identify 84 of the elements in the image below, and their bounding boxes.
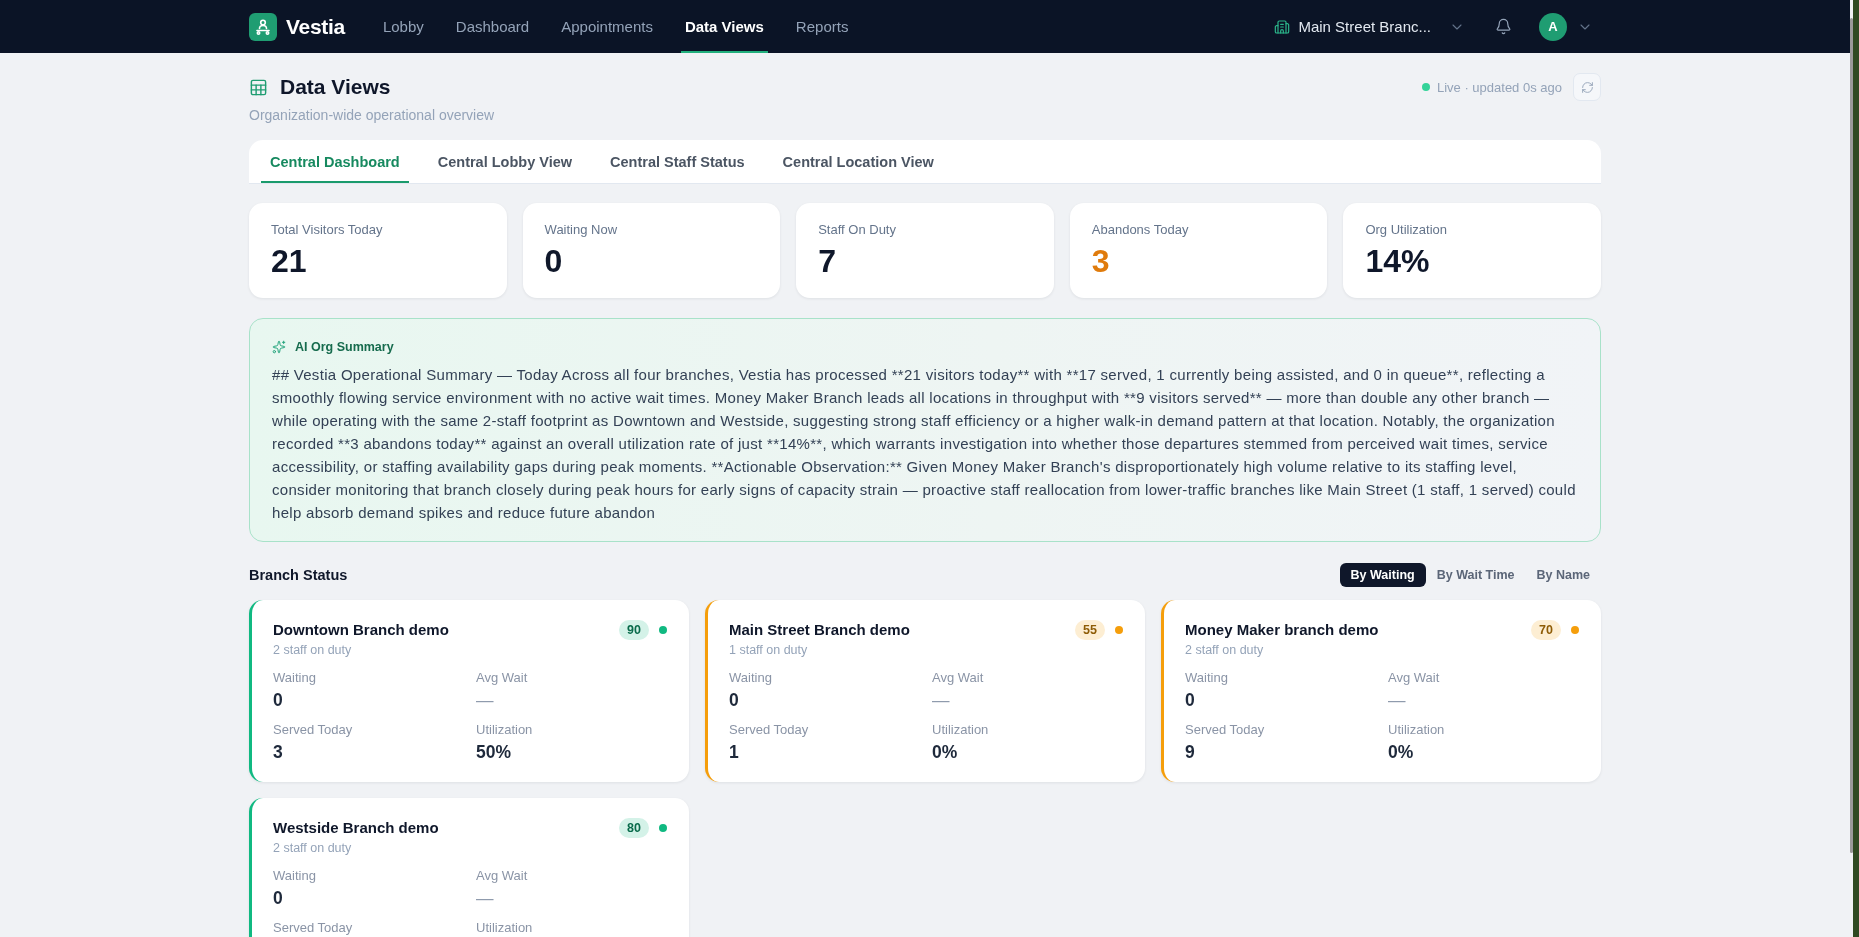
metric-value: 0% xyxy=(1388,741,1414,763)
nav-link[interactable]: Appointments xyxy=(557,0,657,53)
branch-selector[interactable]: Main Street Branc... xyxy=(1274,18,1465,35)
metric-value: 9 xyxy=(1185,741,1195,763)
live-status: Live · updated 0s ago xyxy=(1436,79,1562,95)
stat-value: 0 xyxy=(544,242,563,281)
staff-count: 2 staff on duty xyxy=(273,642,352,659)
metric-value: 0 xyxy=(273,689,283,711)
staff-count: 2 staff on duty xyxy=(1185,642,1264,659)
metric-label: Utilization xyxy=(476,920,533,936)
staff-count: 1 staff on duty xyxy=(729,642,808,659)
stat-label: Waiting Now xyxy=(544,222,618,238)
metric-label: Served Today xyxy=(273,722,353,738)
page-title: Data Views xyxy=(280,74,391,100)
branch-name: Downtown Branch demo xyxy=(273,620,449,640)
stat-label: Staff On Duty xyxy=(818,222,896,238)
metric-label: Served Today xyxy=(1185,722,1265,738)
building-icon xyxy=(1274,18,1291,35)
sort-option[interactable]: By Name xyxy=(1525,563,1601,587)
stat-value: 21 xyxy=(271,242,307,281)
metric-label: Waiting xyxy=(1185,670,1228,686)
branch-card[interactable]: Main Street Branch demo 1 staff on duty 55 Waiting 0 Avg Wait — Served Today 1 Utilization 0% xyxy=(705,600,1145,782)
score-badge: 90 xyxy=(619,620,649,640)
nav-link[interactable]: Reports xyxy=(791,0,853,53)
brand-name: Vestia xyxy=(286,14,345,39)
stat-value: 14% xyxy=(1365,242,1430,281)
metric-label: Avg Wait xyxy=(1388,670,1440,686)
metric-value: 1 xyxy=(729,741,739,763)
metric-label: Utilization xyxy=(1388,722,1445,738)
nav-link[interactable]: Dashboard xyxy=(451,0,534,53)
section-title: Branch Status xyxy=(249,567,348,583)
metric-value: 0 xyxy=(273,887,283,909)
metric-value: 3 xyxy=(273,741,283,763)
stat-value: 7 xyxy=(818,242,836,281)
metric-value: 0 xyxy=(1185,689,1195,711)
stat-value: 3 xyxy=(1091,242,1110,281)
metric-label: Served Today xyxy=(273,920,353,936)
sort-option[interactable]: By Waiting xyxy=(1339,563,1426,587)
metric-label: Avg Wait xyxy=(476,868,528,884)
metric-label: Waiting xyxy=(273,868,316,884)
metric-value: — xyxy=(476,689,494,711)
metric-label: Served Today xyxy=(729,722,809,738)
notifications-icon[interactable] xyxy=(1495,18,1512,35)
score-badge: 70 xyxy=(1531,620,1561,640)
metric-label: Utilization xyxy=(932,722,989,738)
stat-label: Total Visitors Today xyxy=(271,222,383,238)
nav-link[interactable]: Lobby xyxy=(378,0,428,53)
score-badge: 80 xyxy=(619,818,649,838)
page-subtitle: Organization-wide operational overview xyxy=(249,106,495,125)
metric-value: — xyxy=(476,887,494,909)
stat-label: Org Utilization xyxy=(1365,222,1448,238)
sparkle-icon xyxy=(272,340,286,354)
metric-label: Waiting xyxy=(729,670,772,686)
tab[interactable]: Central Lobby View xyxy=(428,140,582,183)
summary-text: ## Vestia Operational Summary — Today Across all four branches, Vestia has processed **21 visitors today** with **17 served, 1 currently being assisted, and 0 in queue**, reflecting a smoothly flowing service environment with no active wait times. Money Maker Branch leads all locations in throughput with **9 visitors served** — more than double any other branch — while operating with the same 2-staff footprint as Downtown and Westside, suggesting strong staff efficiency or a higher walk-in demand pattern at that location. Notably, the organization recorded **3 abandons today** against an overall utilization rate of just **14%**, which warrants investigation into whether those departures stemmed from perceived wait times, service accessibility, or staffing availability gaps during peak moments. **Actionable Observation:** Given Money Maker Branch's disproportionately high volume relative to its staffing level, consider monitoring that branch closely during peak hours for early signs of capacity strain — proactive staff reallocation from lower-traffic branches like Main Street (1 staff, 1 served) could help absorb demand spikes and reduce future abandon xyxy=(272,365,1577,523)
metric-label: Waiting xyxy=(273,670,316,686)
metric-value: — xyxy=(932,689,950,711)
branch-card[interactable]: Money Maker branch demo 2 staff on duty 70 Waiting 0 Avg Wait — Served Today 9 Utilization 0% xyxy=(1161,600,1601,782)
score-badge: 55 xyxy=(1075,620,1105,640)
refresh-icon xyxy=(1580,80,1594,94)
tab[interactable]: Central Staff Status xyxy=(601,140,754,183)
table-icon xyxy=(249,77,268,97)
nav-link[interactable]: Data Views xyxy=(680,0,768,53)
logo-icon[interactable] xyxy=(249,12,277,41)
metric-value: 50% xyxy=(476,741,512,763)
branch-name: Westside Branch demo xyxy=(273,818,439,838)
stat-label: Abandons Today xyxy=(1091,222,1189,238)
staff-count: 2 staff on duty xyxy=(273,840,352,857)
branch-name: Money Maker branch demo xyxy=(1185,620,1379,640)
branch-name: Main Street Branch demo xyxy=(729,620,910,640)
tab[interactable]: Central Location View xyxy=(773,140,943,183)
metric-value: — xyxy=(1388,689,1406,711)
live-dot-icon xyxy=(1421,83,1430,91)
metric-value: 0 xyxy=(729,689,739,711)
metric-label: Utilization xyxy=(476,722,533,738)
summary-title: AI Org Summary xyxy=(295,340,394,354)
metric-label: Avg Wait xyxy=(476,670,528,686)
branch-card[interactable]: Downtown Branch demo 2 staff on duty 90 Waiting 0 Avg Wait — Served Today 3 Utilization 50% xyxy=(249,600,689,782)
sort-option[interactable]: By Wait Time xyxy=(1425,563,1526,587)
branch-card[interactable]: Westside Branch demo 2 staff on duty 80 Waiting 0 Avg Wait — Served Today Utilization xyxy=(249,798,689,937)
tab[interactable]: Central Dashboard xyxy=(261,140,409,183)
metric-label: Avg Wait xyxy=(932,670,984,686)
scrollbar[interactable] xyxy=(1850,18,1853,853)
metric-value: 0% xyxy=(932,741,958,763)
